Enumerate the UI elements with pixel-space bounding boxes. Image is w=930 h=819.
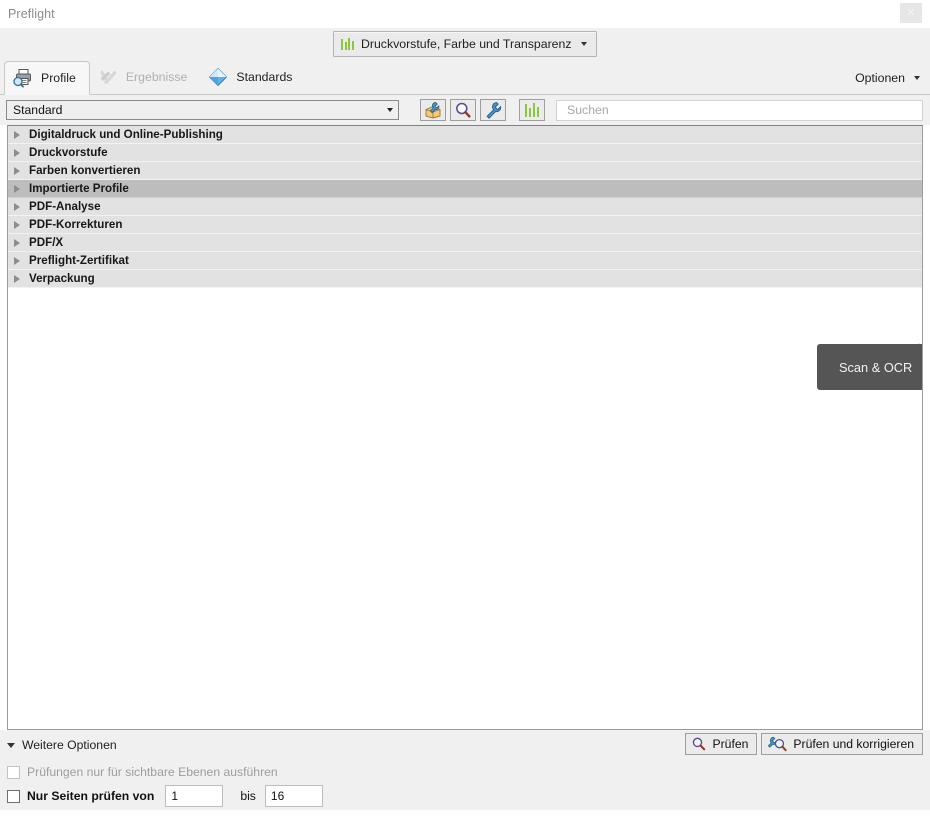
bottom-options-panel: Weitere Optionen Prüfen Prüfen und korri… — [0, 730, 930, 810]
check-and-fix-button[interactable]: Prüfen und korrigieren — [761, 733, 923, 755]
tab-strip: Profile Ergebnisse Standards Optionen — [0, 59, 930, 95]
fixup-button[interactable] — [480, 99, 506, 121]
profile-select-value: Standard — [13, 103, 63, 117]
preflight-profile-category-button[interactable]: Druckvorstufe, Farbe und Transparenz — [333, 30, 597, 57]
chevron-down-icon — [580, 41, 587, 46]
page-from-input[interactable] — [165, 785, 224, 807]
profile-list-panel[interactable]: Digitaldruck und Online-Publishing Druck… — [7, 125, 923, 730]
wrench-package-icon — [425, 102, 441, 119]
profile-group-row[interactable]: Preflight-Zertifikat — [8, 252, 922, 270]
profile-group-label: Digitaldruck und Online-Publishing — [29, 128, 223, 141]
search-box[interactable] — [556, 99, 923, 121]
chevron-down-icon — [387, 108, 393, 112]
window-title: Preflight — [8, 7, 55, 21]
page-range-checkbox[interactable] — [7, 789, 20, 803]
check-button[interactable]: Prüfen — [685, 733, 758, 755]
page-range-checkbox-row[interactable]: Nur Seiten prüfen von bis — [7, 785, 923, 807]
chevron-right-icon[interactable] — [14, 130, 20, 139]
chevron-right-icon[interactable] — [14, 202, 20, 211]
chevron-right-icon[interactable] — [14, 238, 20, 247]
profile-group-label: Preflight-Zertifikat — [29, 254, 129, 267]
crossed-check-icon — [99, 70, 117, 84]
chevron-right-icon[interactable] — [14, 148, 20, 157]
profile-group-label: Druckvorstufe — [29, 146, 108, 159]
wrench-magnifier-icon — [768, 736, 788, 752]
chevron-right-icon[interactable] — [14, 256, 20, 265]
profile-group-row[interactable]: Verpackung — [8, 270, 922, 288]
profile-toolbar: Standard — [0, 95, 930, 125]
edit-profile-button[interactable] — [420, 99, 446, 121]
tab-ergebnisse-label: Ergebnisse — [125, 70, 188, 84]
action-buttons-group: Prüfen Prüfen und korrigieren — [685, 733, 923, 755]
inspect-button[interactable] — [450, 99, 476, 121]
bar-chart-icon — [524, 103, 540, 117]
chevron-down-icon — [914, 76, 920, 80]
page-range-label: Nur Seiten prüfen von — [27, 789, 155, 803]
profile-group-label: Verpackung — [29, 272, 95, 285]
profile-group-label: PDF-Korrekturen — [29, 218, 123, 231]
chevron-right-icon[interactable] — [14, 184, 20, 193]
options-menu-label: Optionen — [855, 71, 905, 85]
visible-layers-checkbox[interactable] — [7, 765, 20, 779]
scan-ocr-tooltip-label: Scan & OCR — [839, 359, 913, 375]
chevron-down-icon — [7, 742, 15, 748]
tab-standards-label: Standards — [236, 70, 293, 84]
profile-group-row[interactable]: Druckvorstufe — [8, 144, 922, 162]
more-options-label: Weitere Optionen — [22, 738, 117, 752]
check-button-label: Prüfen — [712, 737, 749, 751]
close-icon[interactable]: ✕ — [900, 3, 922, 23]
chevron-right-icon[interactable] — [14, 220, 20, 229]
scan-ocr-tooltip: Scan & OCR — [817, 344, 922, 390]
options-menu-button[interactable]: Optionen — [855, 71, 930, 94]
window-titlebar: Preflight ✕ — [0, 0, 930, 28]
profile-group-label: Importierte Profile — [29, 182, 129, 195]
chevron-right-icon[interactable] — [14, 274, 20, 283]
profile-group-label: Farben konvertieren — [29, 164, 141, 177]
page-to-input[interactable] — [264, 785, 323, 807]
printer-magnifier-icon — [13, 69, 31, 88]
magnifier-icon — [456, 102, 471, 118]
visible-layers-checkbox-row[interactable]: Prüfungen nur für sichtbare Ebenen ausfü… — [7, 765, 923, 779]
tab-profile[interactable]: Profile — [4, 61, 90, 95]
bar-chart-icon — [341, 37, 354, 50]
tab-ergebnisse[interactable]: Ergebnisse — [90, 60, 201, 94]
profile-group-label: PDF/X — [29, 236, 64, 249]
profile-select[interactable]: Standard — [6, 100, 399, 120]
profile-group-row[interactable]: PDF-Korrekturen — [8, 216, 922, 234]
profile-group-row[interactable]: Digitaldruck und Online-Publishing — [8, 126, 922, 144]
profile-group-row[interactable]: PDF-Analyse — [8, 198, 922, 216]
profile-group-row[interactable]: PDF/X — [8, 234, 922, 252]
wrench-icon — [486, 102, 502, 119]
profile-group-row[interactable]: Farben konvertieren — [8, 162, 922, 180]
check-and-fix-button-label: Prüfen und korrigieren — [793, 737, 914, 751]
page-to-label: bis — [240, 789, 256, 803]
visible-layers-label: Prüfungen nur für sichtbare Ebenen ausfü… — [27, 765, 278, 779]
mode-bar: Druckvorstufe, Farbe und Transparenz — [0, 28, 930, 59]
magnifier-icon — [693, 737, 706, 751]
tab-standards[interactable]: Standards — [200, 60, 305, 94]
profile-group-label: PDF-Analyse — [29, 200, 101, 213]
blue-diamond-icon — [209, 67, 228, 87]
chart-button[interactable] — [519, 99, 545, 121]
mode-button-label: Druckvorstufe, Farbe und Transparenz — [360, 36, 572, 51]
tab-profile-label: Profile — [41, 71, 76, 85]
profile-group-row-selected[interactable]: Importierte Profile — [8, 180, 922, 198]
search-input[interactable] — [565, 102, 914, 118]
chevron-right-icon[interactable] — [14, 166, 20, 175]
